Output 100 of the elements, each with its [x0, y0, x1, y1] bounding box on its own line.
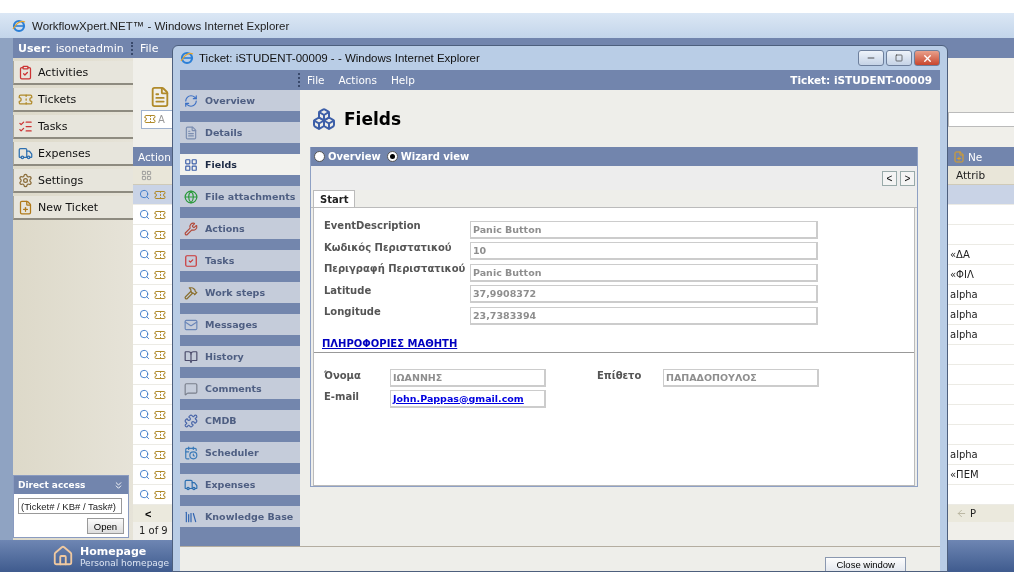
menu-item[interactable]: File: [300, 74, 332, 86]
search-icon[interactable]: [139, 429, 150, 440]
view-radio[interactable]: Overview: [314, 151, 381, 162]
search-icon[interactable]: [139, 489, 150, 500]
menu-item[interactable]: Actions: [331, 74, 384, 86]
table-row[interactable]: [133, 485, 172, 505]
search-icon[interactable]: [139, 329, 150, 340]
sidebar-item[interactable]: Activities: [13, 61, 133, 85]
new-ticket-icon: [953, 150, 965, 163]
house-icon[interactable]: [52, 545, 74, 567]
search-icon[interactable]: [139, 289, 150, 300]
table-row[interactable]: [133, 185, 172, 205]
menu-item[interactable]: File: [133, 41, 166, 55]
table-row[interactable]: [133, 205, 172, 225]
previous-button[interactable]: <: [882, 170, 897, 186]
maximize-button[interactable]: [886, 50, 912, 66]
search-field[interactable]: A: [141, 109, 172, 129]
table-row[interactable]: «ΔΑ: [948, 245, 1014, 265]
view-radio[interactable]: Wizard view: [386, 151, 470, 162]
nav-item[interactable]: History: [180, 346, 300, 367]
nav-item[interactable]: Tasks: [180, 250, 300, 271]
search-icon[interactable]: [139, 409, 150, 420]
table-row[interactable]: [133, 325, 172, 345]
nav-item[interactable]: Details: [180, 122, 300, 143]
ticket-icon: [144, 113, 156, 125]
open-button[interactable]: Open: [86, 518, 124, 534]
sidebar-item[interactable]: Tickets: [13, 88, 133, 112]
close-window-button[interactable]: Close window: [825, 557, 906, 571]
document-icon: [184, 125, 198, 140]
table-row[interactable]: [133, 465, 172, 485]
search-icon[interactable]: [139, 469, 150, 480]
table-cell: alpha: [950, 329, 978, 340]
search-icon[interactable]: [139, 249, 150, 260]
sidebar-item[interactable]: Settings: [13, 169, 133, 193]
direct-access-field[interactable]: (Ticket# / KB# / Task#): [18, 498, 122, 514]
table-row[interactable]: alpha: [948, 445, 1014, 465]
nav-item[interactable]: Fields: [180, 154, 300, 175]
menu-item[interactable]: Help: [383, 74, 422, 86]
table-row[interactable]: alpha: [948, 285, 1014, 305]
tab[interactable]: Start: [313, 190, 356, 207]
new-button[interactable]: Ne: [968, 150, 983, 163]
table-row[interactable]: [133, 305, 172, 325]
sidebar-item[interactable]: Tasks: [13, 115, 133, 139]
library-icon: [184, 509, 198, 524]
search-icon[interactable]: [139, 389, 150, 400]
next-button[interactable]: >: [900, 170, 915, 186]
table-row[interactable]: [133, 265, 172, 285]
ticket-icon: [154, 428, 166, 441]
nav-item[interactable]: Scheduler: [180, 442, 300, 463]
sidebar-item[interactable]: New Ticket: [13, 196, 133, 220]
nav-item[interactable]: Knowledge Base: [180, 506, 300, 527]
table-cell: alpha: [950, 309, 978, 320]
search-icon[interactable]: [139, 369, 150, 380]
nav-item[interactable]: Expenses: [180, 474, 300, 495]
panel-title: Direct access: [18, 480, 86, 490]
nav-item[interactable]: CMDB: [180, 410, 300, 431]
ticket-icon: [154, 468, 166, 481]
search-icon[interactable]: [139, 269, 150, 280]
nav-item[interactable]: Comments: [180, 378, 300, 399]
table-row[interactable]: [133, 425, 172, 445]
table-row[interactable]: «ΠΕΜ: [948, 465, 1014, 485]
nav-item[interactable]: Messages: [180, 314, 300, 335]
table-row[interactable]: alpha: [948, 325, 1014, 345]
nav-item[interactable]: Work steps: [180, 282, 300, 303]
text-field[interactable]: [948, 111, 1014, 127]
nav-item[interactable]: Overview: [180, 90, 300, 111]
minimize-button[interactable]: [858, 50, 884, 66]
sidebar-item[interactable]: Expenses: [13, 142, 133, 166]
search-icon[interactable]: [139, 449, 150, 460]
nav-item[interactable]: Actions: [180, 218, 300, 239]
search-icon[interactable]: [139, 229, 150, 240]
table-row[interactable]: [133, 245, 172, 265]
search-icon[interactable]: [139, 209, 150, 220]
search-icon[interactable]: [139, 309, 150, 320]
close-button[interactable]: [914, 50, 940, 66]
globe-icon: [184, 189, 198, 204]
table-row[interactable]: alpha: [948, 305, 1014, 325]
previous-link[interactable]: P: [970, 508, 977, 519]
browser-icon: [12, 18, 26, 33]
field-label: E-mail: [324, 389, 360, 402]
wrench-icon: [184, 221, 198, 236]
search-icon[interactable]: [139, 189, 150, 200]
search-icon[interactable]: [139, 349, 150, 360]
table-row[interactable]: [133, 345, 172, 365]
table-row[interactable]: [133, 445, 172, 465]
collapse-icon[interactable]: [113, 479, 124, 491]
close-icon: [921, 52, 933, 64]
checklist-icon: [18, 118, 33, 134]
email-link[interactable]: John.Pappas@gmail.com: [393, 392, 524, 404]
homepage-title[interactable]: Homepage: [80, 544, 170, 558]
table-row[interactable]: [133, 225, 172, 245]
table-row[interactable]: [133, 385, 172, 405]
table-row[interactable]: [133, 365, 172, 385]
table-row[interactable]: [133, 285, 172, 305]
table-row[interactable]: «ΦΙΛ: [948, 265, 1014, 285]
table-cell: alpha: [950, 449, 978, 460]
column-header: Attrib: [956, 169, 986, 181]
table-row[interactable]: [133, 405, 172, 425]
nav-item[interactable]: File attachments: [180, 186, 300, 207]
ticket-icon: [154, 188, 166, 201]
